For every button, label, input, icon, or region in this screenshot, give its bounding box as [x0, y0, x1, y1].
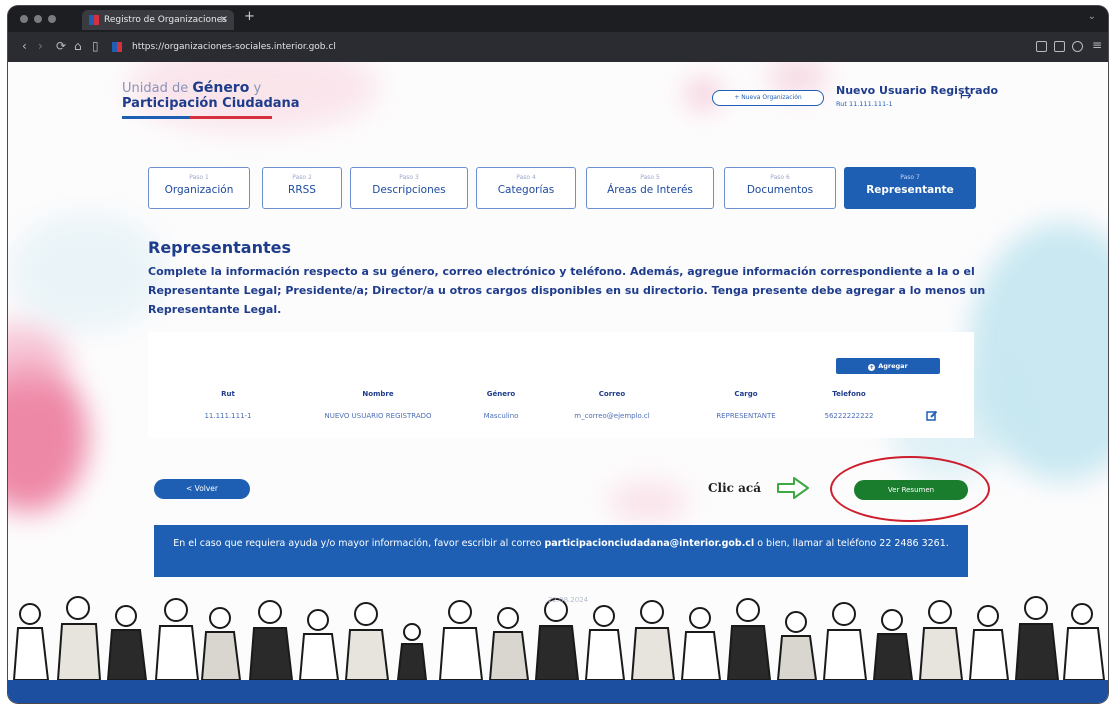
browser-tab-bar: Registro de Organizaciones × + ⌄	[8, 6, 1108, 32]
highlight-ellipse-annotation	[830, 456, 990, 522]
click-here-annotation: Clic acá	[708, 481, 762, 495]
step-label: Representante	[866, 184, 954, 196]
logo-line-2: Participación Ciudadana	[122, 96, 300, 111]
step-number: Paso 1	[189, 174, 209, 181]
logo-suffix: y	[253, 81, 262, 96]
cell-correo: m_correo@ejemplo.cl	[574, 412, 650, 420]
cell-rut: 11.111.111-1	[204, 412, 252, 420]
user-name: Nuevo Usuario Registrado	[836, 84, 999, 97]
help-email-link[interactable]: participacionciudadana@interior.gob.cl	[544, 538, 754, 549]
step-descripciones[interactable]: Paso 3 Descripciones	[350, 167, 468, 209]
step-number: Paso 5	[640, 174, 660, 181]
add-button-label: Agregar	[878, 362, 908, 370]
browser-window: Registro de Organizaciones × + ⌄ ‹ › ⟳ ⌂…	[8, 6, 1108, 703]
sidebar-icon[interactable]	[1054, 41, 1065, 52]
step-documentos[interactable]: Paso 6 Documentos	[724, 167, 836, 209]
cell-nombre: NUEVO USUARIO REGISTRADO	[324, 412, 432, 420]
step-number: Paso 3	[399, 174, 419, 181]
column-header-telefono: Telefono	[832, 390, 866, 398]
user-rut: Rut 11.111.111-1	[836, 100, 893, 108]
plus-icon: +	[868, 364, 876, 371]
step-label: Categorías	[497, 184, 555, 196]
step-rrss[interactable]: Paso 2 RRSS	[262, 167, 342, 209]
settings-icon[interactable]	[1072, 41, 1083, 52]
step-label: Documentos	[746, 184, 814, 196]
url-input[interactable]: https://organizaciones-sociales.interior…	[122, 37, 982, 57]
window-maximize-icon[interactable]	[48, 15, 56, 23]
column-header-nombre: Nombre	[362, 390, 394, 398]
footer-bar	[8, 680, 1108, 703]
step-categorias[interactable]: Paso 4 Categorías	[476, 167, 576, 209]
representatives-table: + Agregar Rut Nombre Género Correo Cargo …	[148, 332, 974, 438]
logo-flag-bar	[122, 116, 272, 119]
step-number: Paso 6	[770, 174, 790, 181]
edit-icon[interactable]	[926, 410, 938, 422]
section-title: Representantes	[148, 238, 291, 257]
logo-prefix: Unidad de	[122, 81, 189, 96]
address-bar: ‹ › ⟳ ⌂ ▯ https://organizaciones-sociale…	[8, 32, 1108, 62]
step-number: Paso 4	[516, 174, 536, 181]
section-description: Complete la información respecto a su gé…	[148, 265, 986, 316]
logout-icon[interactable]: ↦	[960, 88, 972, 104]
column-header-cargo: Cargo	[734, 390, 758, 398]
logo-bold: Género	[192, 80, 250, 96]
pink-brush-decoration	[768, 62, 828, 92]
home-icon[interactable]: ⌂	[74, 39, 82, 53]
gob-favicon-icon	[89, 15, 99, 25]
step-organizacion[interactable]: Paso 1 Organización	[148, 167, 250, 209]
back-button[interactable]: < Volver	[154, 479, 250, 499]
add-representative-button[interactable]: + Agregar	[836, 358, 940, 374]
tab-title: Registro de Organizaciones	[104, 15, 227, 25]
step-areas-de-interes[interactable]: Paso 5 Áreas de Interés	[586, 167, 714, 209]
cyan-brush-decoration	[8, 212, 168, 332]
step-label: Descripciones	[372, 184, 446, 196]
footer-date: 22.08.2024	[548, 596, 589, 604]
site-favicon-icon	[112, 42, 122, 52]
logo-line-1: Unidad de Género y	[122, 80, 261, 96]
pink-brush-decoration	[608, 482, 688, 522]
step-label: Áreas de Interés	[607, 184, 693, 196]
help-text: En el caso que requiera ayuda y/o mayor …	[173, 538, 545, 549]
people-illustration	[12, 596, 1106, 680]
page-content: Unidad de Género y Participación Ciudada…	[8, 62, 1108, 703]
forward-arrow-icon[interactable]: ›	[38, 39, 43, 53]
window-minimize-icon[interactable]	[34, 15, 42, 23]
tab-close-icon[interactable]: ×	[220, 10, 228, 30]
new-tab-icon[interactable]: +	[244, 9, 255, 24]
step-label: Organización	[164, 184, 234, 196]
column-header-rut: Rut	[221, 390, 235, 398]
reload-icon[interactable]: ⟳	[56, 39, 66, 53]
column-header-correo: Correo	[598, 390, 626, 398]
cell-telefono: 56222222222	[824, 412, 874, 420]
help-phone-text: o bien, llamar al teléfono 22 2486 3261.	[754, 538, 949, 549]
tab-list-chevron-icon[interactable]: ⌄	[1088, 11, 1096, 22]
step-number: Paso 2	[292, 174, 312, 181]
column-header-genero: Género	[486, 390, 516, 398]
browser-tab[interactable]: Registro de Organizaciones ×	[82, 10, 234, 30]
cell-cargo: REPRESENTANTE	[716, 412, 776, 420]
window-close-icon[interactable]	[20, 15, 28, 23]
cell-genero: Masculino	[483, 412, 519, 420]
new-organization-button[interactable]: + Nueva Organización	[712, 90, 824, 106]
step-representante[interactable]: Paso 7 Representante	[844, 167, 976, 209]
step-number: Paso 7	[900, 174, 920, 181]
menu-icon[interactable]: ≡	[1092, 38, 1102, 52]
arrow-right-icon	[777, 477, 809, 499]
extensions-icon[interactable]	[1036, 41, 1047, 52]
back-arrow-icon[interactable]: ‹	[22, 39, 27, 53]
reader-icon[interactable]: ▯	[92, 39, 99, 53]
step-label: RRSS	[288, 184, 316, 196]
